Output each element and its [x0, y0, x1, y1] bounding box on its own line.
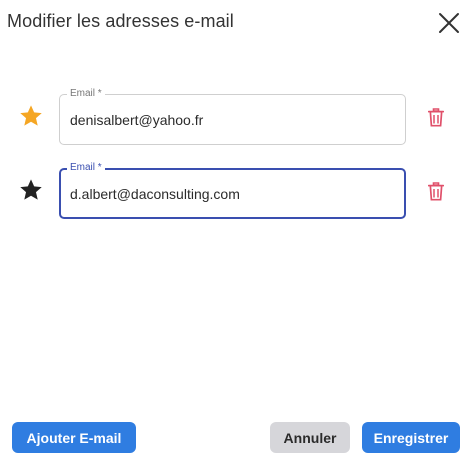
- cancel-button[interactable]: Annuler: [270, 422, 350, 453]
- set-primary-button[interactable]: [16, 175, 46, 205]
- email-field: Email *: [59, 162, 406, 219]
- trash-icon: [428, 181, 444, 201]
- star-filled-icon: [20, 179, 42, 200]
- email-row: Email *: [0, 88, 471, 149]
- set-primary-button[interactable]: [16, 101, 46, 131]
- star-filled-icon: [20, 105, 42, 126]
- trash-icon: [428, 107, 444, 127]
- close-icon: [439, 13, 459, 33]
- dialog-title: Modifier les adresses e-mail: [7, 11, 234, 31]
- email-input[interactable]: [70, 110, 390, 130]
- edit-emails-dialog: Modifier les adresses e-mail Email * den…: [0, 0, 471, 469]
- email-field-label: Email *: [67, 162, 105, 174]
- delete-email-button[interactable]: [425, 105, 447, 129]
- add-email-button[interactable]: Ajouter E-mail: [12, 422, 136, 453]
- email-field: Email *: [59, 88, 406, 145]
- close-button[interactable]: [436, 10, 462, 36]
- email-input[interactable]: [70, 184, 390, 204]
- delete-email-button[interactable]: [425, 179, 447, 203]
- email-row: Email *: [0, 162, 471, 223]
- save-button[interactable]: Enregistrer: [362, 422, 460, 453]
- email-field-label: Email *: [67, 88, 105, 100]
